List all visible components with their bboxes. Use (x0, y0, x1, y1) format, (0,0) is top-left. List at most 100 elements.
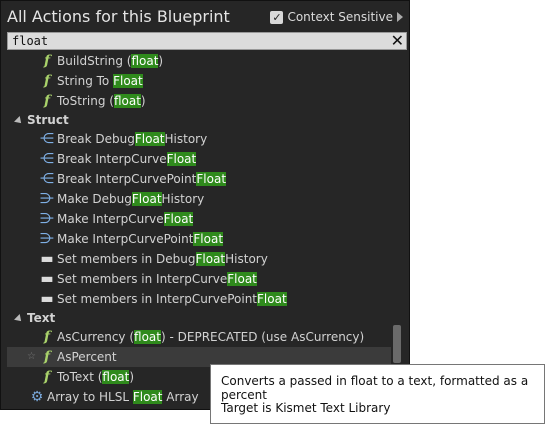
function-icon: f (43, 93, 51, 109)
action-label: Set members in InterpCurvePointFloat (57, 289, 287, 309)
label-text: ToText ( (57, 370, 103, 384)
label-text: Array to HLSL (47, 390, 133, 404)
action-item[interactable]: ▬ Set members in InterpCurvePointFloat (7, 289, 391, 309)
scroll-thumb[interactable] (393, 325, 401, 363)
category-text[interactable]: Text (14, 309, 56, 327)
action-item[interactable]: ⋺ Make InterpCurveFloat (7, 209, 391, 229)
action-label: AsCurrency (float) - DEPRECATED (use AsC… (57, 327, 364, 347)
set-members-icon: ▬ (40, 251, 54, 267)
tooltip-target: Target is Kismet Text Library (221, 401, 391, 415)
label-text: Array (162, 390, 199, 404)
action-item[interactable]: f AsCurrency (float) - DEPRECATED (use As… (7, 327, 391, 347)
label-text: Break InterpCurve (57, 152, 167, 166)
action-label: ToText (float) (57, 367, 134, 387)
action-item[interactable]: f String To Float (7, 71, 391, 91)
label-text: Break Debug (57, 132, 135, 146)
action-label: BuildString (float) (57, 51, 163, 71)
search-match-highlight: Float (196, 172, 227, 186)
label-text: Set members in InterpCurve (57, 272, 228, 286)
action-list: f BuildString (float) f String To Float f ToS… (7, 51, 391, 411)
action-menu-panel: All Actions for this Blueprint ✓ Context… (0, 0, 410, 410)
action-label: Set members in DebugFloatHistory (57, 249, 268, 269)
search-match-highlight: Float (195, 252, 226, 266)
category-struct[interactable]: Struct (14, 111, 69, 129)
context-sensitive-checkbox[interactable]: ✓ (270, 10, 284, 24)
label-text: ) (158, 54, 164, 68)
panel-title: All Actions for this Blueprint (7, 7, 230, 26)
label-text: Break InterpCurvePoint (57, 172, 197, 186)
category-label: Text (27, 311, 56, 325)
search-match-highlight: Float (113, 74, 143, 88)
context-sensitive-label: Context Sensitive (287, 10, 393, 24)
action-item[interactable]: ⋲ Break DebugFloatHistory (7, 129, 391, 149)
action-label: Break DebugFloatHistory (57, 129, 207, 149)
search-match-highlight: Float (166, 152, 197, 166)
action-item[interactable]: f BuildString (float) (7, 51, 391, 71)
make-struct-icon: ⋺ (40, 191, 54, 207)
search-match-highlight: Float (132, 390, 163, 404)
break-struct-icon: ⋲ (40, 131, 54, 147)
category-label: Struct (27, 113, 69, 127)
search-match-highlight: Float (163, 212, 194, 226)
favorite-star-icon[interactable]: ☆ (27, 347, 37, 367)
label-text: BuildString ( (57, 54, 132, 68)
action-item[interactable]: ▬ Set members in DebugFloatHistory (7, 249, 391, 269)
action-item[interactable]: ⋲ Break InterpCurvePointFloat (7, 169, 391, 189)
label-text: Make InterpCurve (57, 212, 164, 226)
label-text: ) (129, 370, 135, 384)
search-match-highlight: float (102, 370, 130, 384)
action-label: Break InterpCurveFloat (57, 149, 197, 169)
search-match-highlight: float (113, 94, 141, 108)
break-struct-icon: ⋲ (40, 171, 54, 187)
label-text: Make Debug (57, 192, 132, 206)
action-item[interactable]: ▬ Set members in InterpCurveFloat (7, 269, 391, 289)
action-item[interactable]: ⋲ Break InterpCurveFloat (7, 149, 391, 169)
action-label: Make InterpCurvePointFloat (57, 229, 224, 249)
label-text: Set members in InterpCurvePoint (57, 292, 258, 306)
expand-caret-icon[interactable] (14, 115, 24, 126)
function-icon: f (43, 369, 51, 385)
function-icon: f (43, 53, 51, 69)
search-field[interactable]: float ✕ (7, 32, 407, 50)
function-icon: f (43, 349, 51, 365)
action-item[interactable]: f ToString (float) (7, 91, 391, 111)
context-sensitive-toggle[interactable]: ✓ Context Sensitive (270, 10, 403, 24)
make-struct-icon: ⋺ (40, 231, 54, 247)
gear-icon: ⚙ (30, 389, 44, 405)
set-members-icon: ▬ (40, 271, 54, 287)
expand-caret-icon[interactable] (14, 313, 24, 324)
search-match-highlight: Float (131, 192, 162, 206)
action-label: ToString (float) (57, 91, 146, 111)
close-icon[interactable]: ✕ (391, 32, 404, 50)
action-label: Array to HLSL Float Array (47, 387, 199, 407)
function-icon: f (43, 73, 51, 89)
label-text: Make InterpCurvePoint (57, 232, 194, 246)
set-members-icon: ▬ (40, 291, 54, 307)
action-label: AsPercent (57, 347, 117, 367)
label-text: ToString ( (57, 94, 114, 108)
label-text: Set members in Debug (57, 252, 196, 266)
label-text: ) - DEPRECATED (use AsCurrency) (161, 330, 365, 344)
search-match-highlight: Float (227, 272, 257, 286)
action-item[interactable]: ⋺ Make InterpCurvePointFloat (7, 229, 391, 249)
action-label: Break InterpCurvePointFloat (57, 169, 227, 189)
caret-right-icon[interactable] (397, 12, 403, 22)
break-struct-icon: ⋲ (40, 151, 54, 167)
tooltip: Converts a passed in float to a text, fo… (210, 364, 545, 424)
tooltip-description: Converts a passed in float to a text, fo… (221, 374, 529, 402)
action-label: Make DebugFloatHistory (57, 189, 204, 209)
action-item[interactable]: ⋺ Make DebugFloatHistory (7, 189, 391, 209)
label-text: AsCurrency ( (57, 330, 135, 344)
search-match-highlight: Float (193, 232, 224, 246)
make-struct-icon: ⋺ (40, 211, 54, 227)
search-match-highlight: float (131, 54, 159, 68)
action-label: String To Float (57, 71, 143, 91)
scrollbar[interactable] (393, 51, 401, 411)
label-text: ) (140, 94, 146, 108)
search-input[interactable]: float (12, 34, 48, 48)
label-text: History (161, 192, 205, 206)
label-text: History (225, 252, 268, 266)
label-text: History (164, 132, 208, 146)
action-label: Make InterpCurveFloat (57, 209, 194, 229)
function-icon: f (43, 329, 51, 345)
